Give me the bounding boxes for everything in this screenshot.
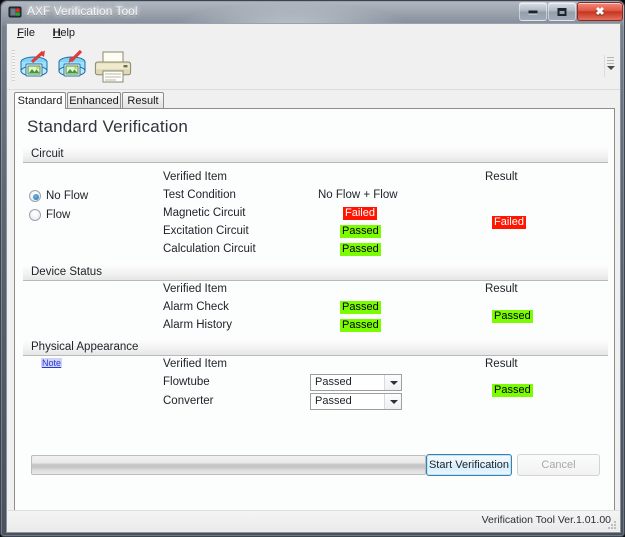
toolbar-grip[interactable] (11, 50, 15, 82)
maximize-icon (557, 7, 567, 16)
section-header-device-status: Device Status (23, 265, 608, 281)
application-window: AXF Verification Tool ✖ FFile HHelp Stan… (0, 0, 625, 537)
row-label-calculation-circuit: Calculation Circuit (163, 243, 256, 255)
print-button[interactable] (93, 49, 135, 85)
row-label-excitation-circuit: Excitation Circuit (163, 225, 249, 237)
row-label-converter: Converter (163, 395, 214, 407)
status-badge-alarm-check: Passed (340, 301, 381, 314)
circuit-column-result: Result (485, 171, 518, 183)
tab-result[interactable]: Result (122, 92, 164, 109)
converter-select-value: Passed (315, 395, 352, 407)
row-label-flowtube: Flowtube (163, 376, 210, 388)
toolbar-overflow-button[interactable] (604, 55, 617, 77)
app-shield-icon (8, 5, 22, 19)
radio-no-flow-label: No Flow (46, 190, 89, 202)
section-title-device-status: Device Status (31, 266, 102, 278)
cancel-label: Cancel (541, 459, 576, 471)
printer-icon (94, 51, 132, 83)
tab-enhanced-label: Enhanced (69, 95, 119, 107)
window-title: AXF Verification Tool (27, 4, 138, 18)
tab-standard-label: Standard (17, 95, 63, 107)
standard-verification-panel: Standard Verification Circuit Verified I… (14, 108, 615, 522)
section-header-circuit: Circuit (23, 147, 608, 163)
section-title-circuit: Circuit (31, 148, 64, 160)
status-bar: Verification Tool Ver.1.01.00 (8, 510, 619, 531)
circuit-column-verified-item: Verified Item (163, 171, 227, 183)
title-bar[interactable]: AXF Verification Tool ✖ (1, 1, 624, 23)
chevron-down-icon (384, 375, 401, 390)
flowtube-select[interactable]: Passed (310, 374, 402, 391)
menu-item-help[interactable]: HHelp (45, 25, 83, 42)
close-button[interactable]: ✖ (577, 2, 623, 21)
window-frame: AXF Verification Tool ✖ FFile HHelp Stan… (0, 0, 625, 537)
row-label-alarm-history: Alarm History (163, 319, 233, 331)
result-badge-device-status: Passed (492, 310, 533, 323)
menu-item-help-label: Help (52, 27, 76, 39)
flowtube-select-value: Passed (315, 376, 352, 388)
menu-item-file-label: File (17, 27, 35, 39)
database-export-icon (58, 49, 86, 77)
radio-no-flow-indicator (29, 190, 41, 202)
converter-select[interactable]: Passed (310, 393, 402, 410)
device-status-column-result: Result (485, 283, 518, 295)
chevron-down-icon (607, 66, 615, 70)
start-verification-label: Start Verification (428, 459, 510, 471)
maximize-button[interactable] (548, 2, 576, 21)
radio-flow-label: Flow (46, 209, 71, 221)
close-icon: ✖ (595, 5, 605, 18)
minimize-button[interactable] (519, 2, 547, 21)
minimize-icon (528, 10, 538, 13)
physical-appearance-column-result: Result (485, 358, 518, 370)
database-import-icon (20, 50, 48, 77)
note-link[interactable]: Note (41, 358, 63, 368)
resize-grip-icon[interactable] (605, 517, 617, 529)
toolbar-overflow-icon (607, 57, 614, 64)
section-header-physical-appearance: Physical Appearance (23, 340, 608, 356)
radio-flow[interactable]: Flow (29, 209, 70, 221)
menu-bar: FFile HHelp (7, 24, 620, 44)
cancel-button: Cancel (517, 454, 600, 476)
test-condition-value: No Flow + Flow (318, 189, 398, 201)
status-badge-excitation-circuit: Passed (340, 225, 381, 238)
page-title: Standard Verification (27, 117, 189, 136)
menu-item-file[interactable]: FFile (9, 25, 43, 42)
verification-progress-bar (31, 455, 426, 475)
device-status-column-verified-item: Verified Item (163, 283, 227, 295)
chevron-down-icon (384, 394, 401, 409)
window-controls: ✖ (518, 2, 623, 22)
status-badge-magnetic-circuit: Failed (343, 207, 377, 220)
toolbar (7, 43, 620, 90)
save-database-button[interactable] (55, 49, 93, 85)
tab-strip: Standard Enhanced Result (14, 92, 615, 109)
tab-standard[interactable]: Standard (14, 92, 66, 109)
result-badge-circuit: Failed (492, 216, 526, 229)
result-badge-physical-appearance: Passed (492, 384, 533, 397)
client-area: FFile HHelp Standard Enhanced Result Sta… (6, 23, 621, 533)
start-verification-button[interactable]: Start Verification (426, 454, 512, 476)
row-label-test-condition: Test Condition (163, 189, 236, 201)
tab-enhanced[interactable]: Enhanced (67, 92, 121, 109)
status-badge-calculation-circuit: Passed (340, 243, 381, 256)
status-badge-alarm-history: Passed (340, 319, 381, 332)
row-label-magnetic-circuit: Magnetic Circuit (163, 207, 246, 219)
radio-flow-indicator (29, 209, 41, 221)
load-database-button[interactable] (17, 49, 55, 85)
physical-appearance-column-verified-item: Verified Item (163, 358, 227, 370)
tab-result-label: Result (127, 95, 159, 107)
section-title-physical-appearance: Physical Appearance (31, 341, 139, 353)
version-text: Verification Tool Ver.1.01.00 (481, 514, 611, 526)
row-label-alarm-check: Alarm Check (163, 301, 229, 313)
radio-no-flow[interactable]: No Flow (29, 190, 88, 202)
